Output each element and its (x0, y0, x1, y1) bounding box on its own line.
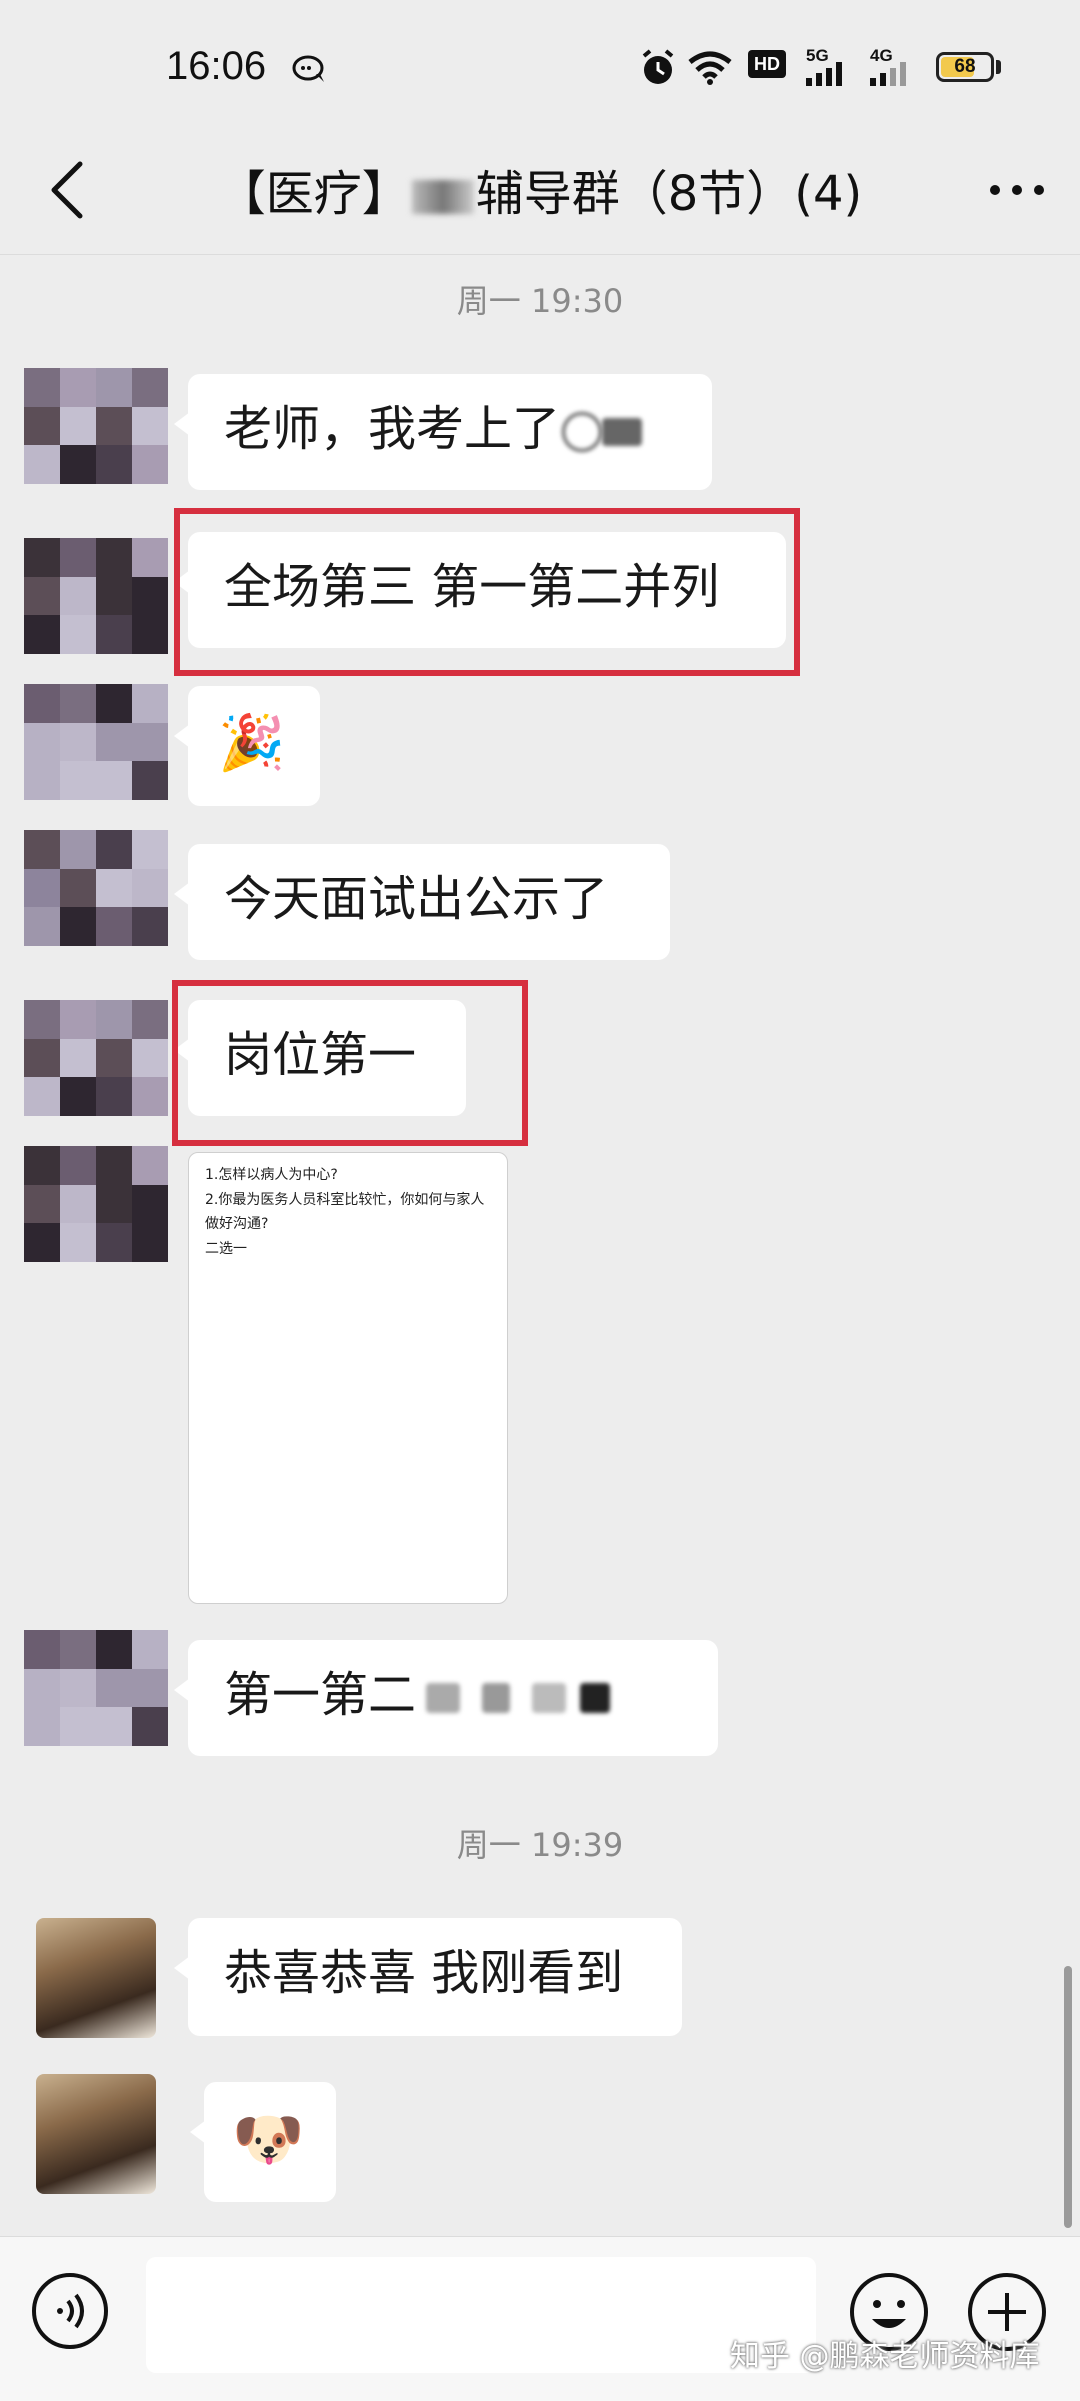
input-bar: 知乎 @鹏森老师资料库 (0, 2236, 1080, 2401)
highlight-box (174, 508, 800, 676)
redacted-emoji (562, 412, 603, 452)
status-time: 16:06 (166, 44, 267, 88)
message-bubble[interactable]: 恭喜恭喜 我刚看到 (174, 1918, 682, 2036)
message-bubble[interactable]: 今天面试出公示了 (174, 844, 670, 960)
status-bar: 16:06 HD 5G 4G 68 (0, 0, 1080, 130)
message-text: 今天面试出公示了 (224, 871, 609, 927)
avatar[interactable] (36, 1918, 156, 2038)
message-input[interactable] (146, 2257, 816, 2373)
redacted-text (482, 1683, 511, 1713)
message-bubble[interactable]: 第一第二 (174, 1640, 718, 1756)
battery-level: 68 (954, 56, 976, 77)
avatar[interactable] (36, 2074, 156, 2194)
image-message[interactable]: 1.怎样以病人为中心? 2.你最为医务人员科室比较忙，你如何与家人做好沟通? 二… (188, 1152, 508, 1604)
image-text-line: 1.怎样以病人为中心? (205, 1167, 338, 1183)
hd-badge: HD (748, 50, 786, 78)
highlight-box (172, 980, 528, 1146)
redacted-text (580, 1683, 611, 1713)
avatar[interactable] (24, 830, 168, 946)
avatar[interactable] (24, 1146, 168, 1262)
chat-title-prefix: 【医疗】 (217, 166, 410, 222)
sticker-bubble[interactable]: 🐶 (190, 2082, 336, 2202)
chat-title: 【医疗】 辅导群（8节）(4) (150, 154, 930, 224)
scrollbar[interactable] (1064, 1966, 1072, 2228)
redacted-text (411, 180, 474, 214)
chat-title-suffix: 辅导群（8节）(4) (475, 166, 863, 222)
message-text: 恭喜恭喜 我刚看到 (224, 1945, 624, 2001)
doge-roses-sticker: 🐶 (232, 2105, 305, 2173)
cloud-chat-icon (292, 55, 324, 82)
avatar[interactable] (24, 1630, 168, 1746)
image-text-line: 2.你最为医务人员科室比较忙，你如何与家人做好沟通? (205, 1191, 485, 1233)
ellipsis-icon[interactable] (982, 160, 1052, 220)
watermark: 知乎 @鹏森老师资料库 (730, 2339, 1040, 2374)
redacted-text (602, 418, 643, 446)
alarm-icon (642, 49, 674, 84)
battery-icon: 68 (936, 52, 994, 82)
wifi-icon (688, 51, 732, 85)
voice-icon[interactable] (30, 2271, 110, 2351)
signal-icon (870, 62, 906, 86)
chat-header: 【医疗】 辅导群（8节）(4) (0, 130, 1080, 255)
message-bubble[interactable]: 老师，我考上了 (174, 374, 712, 490)
timestamp: 周一 19:39 (456, 1826, 624, 1864)
message-text: 老师，我考上了 (224, 401, 561, 457)
message-text: 第一第二 (224, 1667, 417, 1723)
battery-cap (996, 60, 1001, 74)
redacted-text (426, 1683, 461, 1713)
party-popper-icon: 🎉 (218, 711, 286, 774)
chevron-left-icon[interactable] (30, 150, 110, 230)
avatar[interactable] (24, 684, 168, 800)
avatar[interactable] (24, 538, 168, 654)
avatar[interactable] (24, 368, 168, 484)
image-text-line: 二选一 (205, 1240, 247, 1257)
signal-icon (806, 62, 842, 86)
redacted-text (532, 1683, 567, 1713)
timestamp: 周一 19:30 (456, 282, 624, 320)
avatar[interactable] (24, 1000, 168, 1116)
sticker-bubble[interactable]: 🎉 (174, 686, 320, 806)
